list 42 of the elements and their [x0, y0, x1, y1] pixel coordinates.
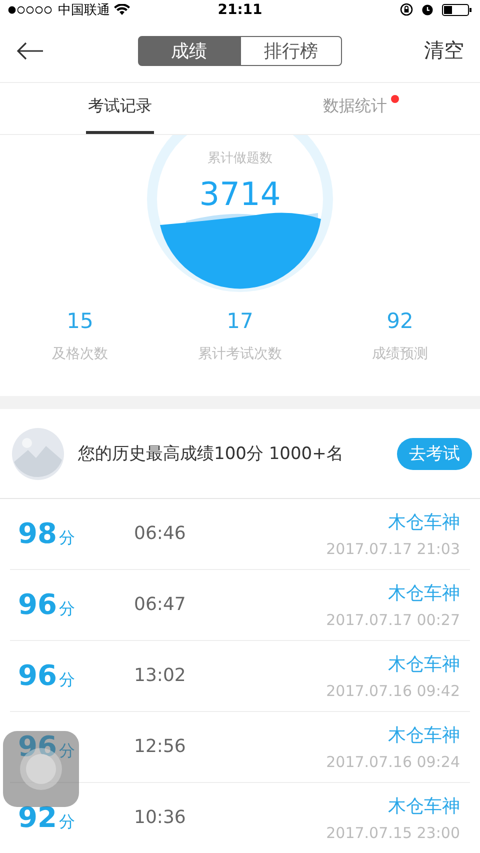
score: 98 分	[17, 517, 76, 550]
exam-mode: 木仓车神	[388, 724, 460, 747]
alarm-icon	[421, 3, 434, 16]
stat-label: 成绩预测	[372, 344, 428, 363]
exam-mode: 木仓车神	[388, 652, 460, 676]
clock-time: 21:11	[218, 2, 262, 18]
score: 96 分	[17, 730, 76, 764]
score: 96 分	[17, 659, 76, 692]
segment-tab[interactable]: 成绩	[138, 36, 240, 66]
carrier-name: 中国联通	[58, 2, 110, 19]
exam-date: 2017.07.17 00:27	[326, 610, 460, 629]
segment-tab[interactable]: 排行榜	[240, 36, 342, 66]
duration: 06:47	[134, 594, 187, 616]
total-caption: 累计做题数	[208, 150, 272, 167]
exam-date: 2017.07.16 09:24	[326, 752, 460, 771]
duration: 12:56	[134, 736, 187, 758]
exam-mode: 木仓车神	[388, 582, 460, 605]
stat-value: 15	[66, 308, 94, 333]
back-button[interactable]	[16, 40, 44, 61]
rotation-lock-icon	[400, 3, 414, 16]
stat-label: 及格次数	[52, 344, 108, 363]
wifi-icon	[114, 4, 130, 16]
signal-icon	[8, 6, 54, 14]
score: 92 分	[17, 801, 76, 834]
exam-mode: 木仓车神	[388, 510, 460, 534]
exam-date: 2017.07.16 09:42	[326, 682, 460, 700]
total-count: 3714	[199, 174, 281, 213]
battery-icon	[442, 4, 472, 16]
duration: 10:36	[134, 807, 187, 828]
avatar-icon	[12, 428, 64, 480]
duration: 13:02	[134, 665, 187, 686]
best-score-text: 您的历史最高成绩100分 1000+名	[78, 443, 344, 466]
score: 96 分	[17, 588, 76, 622]
stat-label: 累计考试次数	[198, 344, 282, 363]
stat-value: 17	[226, 308, 254, 333]
clear-button[interactable]: 清空	[424, 37, 464, 64]
duration: 06:46	[134, 523, 187, 544]
exam-mode: 木仓车神	[388, 794, 460, 818]
exam-date: 2017.07.17 21:03	[326, 540, 460, 558]
floating-touch-button[interactable]	[3, 731, 79, 807]
exam-date: 2017.07.15 23:00	[326, 824, 460, 842]
stat-value: 92	[386, 308, 414, 333]
